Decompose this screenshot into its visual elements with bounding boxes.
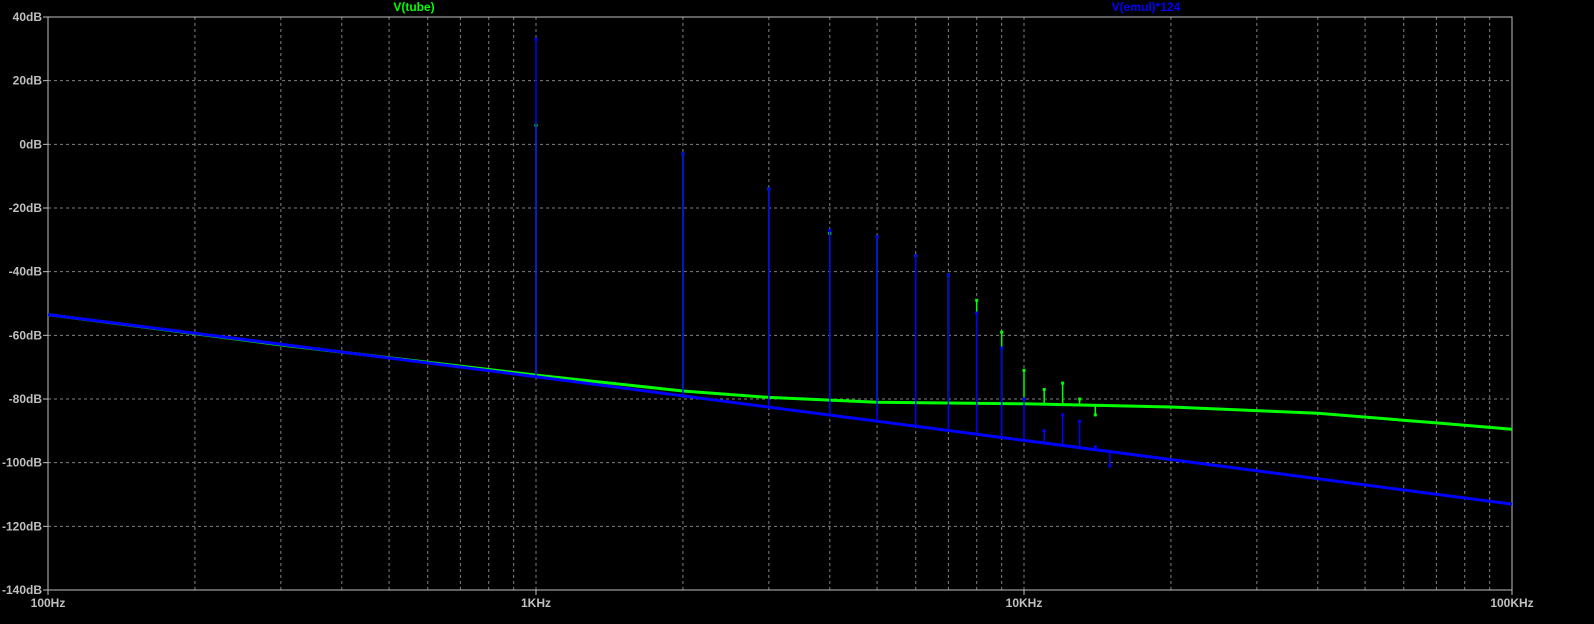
series-0-peak-marker	[1022, 368, 1026, 372]
series-1-peak-marker	[914, 254, 918, 258]
series-1-noise-floor	[47, 313, 1513, 506]
series-0-peak-marker	[975, 298, 979, 302]
series-0-peak-marker	[1000, 330, 1004, 334]
series-1-peak-marker	[1061, 413, 1065, 417]
x-tick-label: 10KHz	[1006, 596, 1043, 610]
series-1	[47, 37, 1513, 506]
series-1-peak-marker	[828, 228, 832, 232]
y-tick-label: -120dB	[2, 519, 42, 533]
y-tick-label: 40dB	[13, 10, 43, 24]
series-1-peak-marker	[534, 37, 538, 41]
y-tick-label: 0dB	[19, 137, 42, 151]
y-tick-label: -140dB	[2, 583, 42, 597]
y-tick-label: -80dB	[9, 392, 43, 406]
x-tick-label: 1KHz	[521, 596, 551, 610]
series-0-peak-marker	[1061, 381, 1065, 385]
series-0-peak-marker	[1042, 387, 1046, 391]
series-1-peak-marker	[1042, 429, 1046, 433]
plot-frame	[47, 16, 1513, 591]
series-1-peak-marker	[1093, 445, 1097, 449]
y-tick-labels: 40dB 20dB 0dB -20dB -40dB -60dB -80dB -100dB -12…	[2, 10, 48, 597]
x-tick-label: 100KHz	[1490, 596, 1533, 610]
y-tick-label: -100dB	[2, 456, 42, 470]
series-0-peak-marker	[1078, 397, 1082, 401]
x-tick-labels: 100Hz 1KHz 10KHz 100KHz	[31, 590, 1534, 610]
series-1-peak-marker	[975, 311, 979, 315]
series-1-peak-marker	[681, 152, 685, 156]
series-1-peak-marker	[875, 235, 879, 239]
series-1-peak-marker	[1022, 397, 1026, 401]
y-tick-label: -40dB	[9, 265, 43, 279]
legend-v-emul[interactable]: V(emul)*124	[1112, 0, 1181, 14]
series-0-peak-marker	[1093, 413, 1097, 417]
fft-plot: 40dB 20dB 0dB -20dB -40dB -60dB -80dB -100dB -12…	[2, 0, 1534, 610]
series-1-peak-marker	[767, 187, 771, 191]
series-0	[47, 123, 1513, 431]
legend: V(tube) V(emul)*124	[393, 0, 1180, 14]
grid	[47, 16, 1513, 591]
series-layer	[47, 37, 1513, 506]
legend-v-tube[interactable]: V(tube)	[393, 0, 434, 14]
series-1-peak-marker	[1000, 346, 1004, 350]
y-tick-label: -20dB	[9, 201, 43, 215]
y-tick-label: 20dB	[13, 74, 43, 88]
x-tick-label: 100Hz	[31, 596, 66, 610]
series-1-peak-marker	[1078, 419, 1082, 423]
y-tick-label: -60dB	[9, 328, 43, 342]
series-1-peak-marker	[1108, 464, 1112, 468]
series-1-peak-marker	[946, 273, 950, 277]
series-0-noise-floor	[47, 313, 1513, 431]
